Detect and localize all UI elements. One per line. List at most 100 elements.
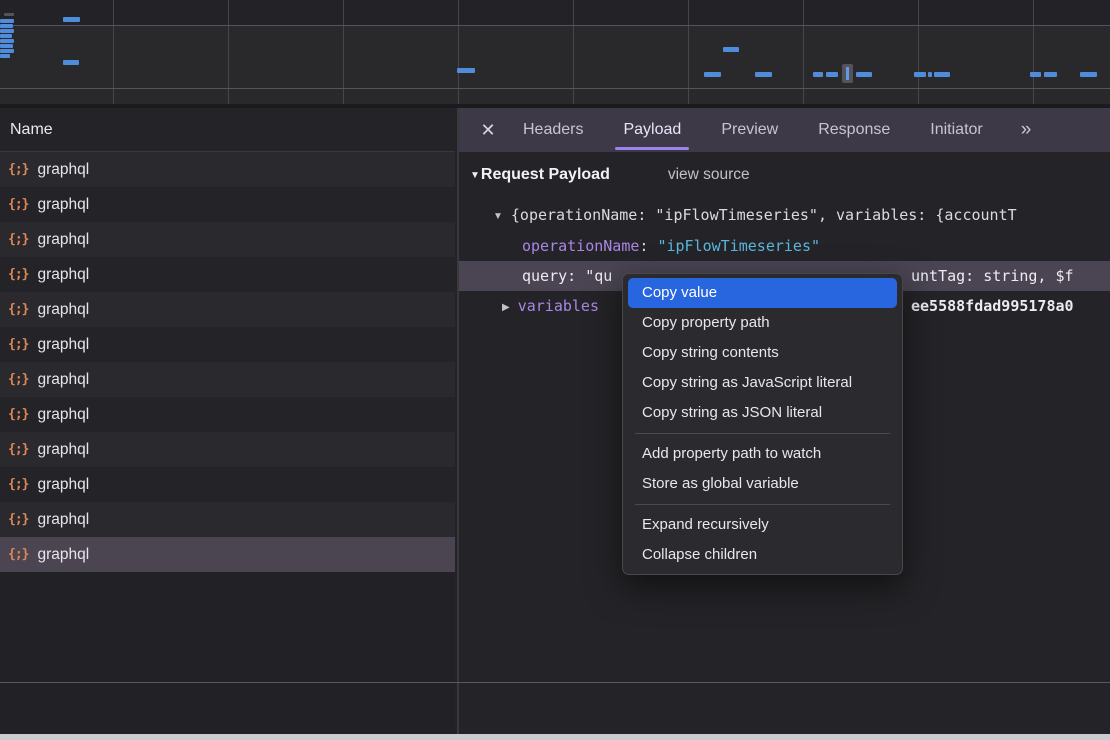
tab-payload[interactable]: Payload <box>623 108 681 152</box>
request-timing-bar <box>0 24 13 28</box>
footer-divider <box>0 682 1110 683</box>
request-timing-bar <box>704 72 721 77</box>
payload-root-row[interactable]: ▼ {operationName: "ipFlowTimeseries", var… <box>459 200 1110 230</box>
request-timing-bar <box>826 72 838 77</box>
timeline-hover-marker <box>842 64 853 83</box>
request-timing-bar <box>0 34 12 38</box>
request-timing-bar <box>755 72 772 77</box>
json-braces-icon: {;} <box>8 267 28 282</box>
json-braces-icon: {;} <box>8 372 28 387</box>
request-name-label: graphql <box>37 231 89 249</box>
json-braces-icon: {;} <box>8 232 28 247</box>
request-timing-bar <box>934 72 950 77</box>
request-timing-bar <box>0 39 14 43</box>
menu-item-collapse-children[interactable]: Collapse children <box>628 540 897 570</box>
network-request-row[interactable]: {;} graphql <box>0 537 455 572</box>
tab-headers[interactable]: Headers <box>523 108 583 152</box>
request-name-label: graphql <box>37 266 89 284</box>
menu-divider <box>635 433 890 434</box>
menu-item-copy-string-as-javascript-literal[interactable]: Copy string as JavaScript literal <box>628 368 897 398</box>
variables-value-overflow-text: ee5588fdad995178a0 <box>911 291 1074 321</box>
request-timing-bar <box>813 72 823 77</box>
menu-item-add-property-path-to-watch[interactable]: Add property path to watch <box>628 439 897 469</box>
property-key: variables <box>518 297 599 315</box>
request-timing-bar <box>63 17 80 22</box>
network-request-row[interactable]: {;}graphql <box>0 502 455 537</box>
payload-operationname-row[interactable]: operationName: "ipFlowTimeseries" <box>459 231 1110 261</box>
name-column-header[interactable]: Name <box>0 108 455 152</box>
view-source-link[interactable]: view source <box>668 166 750 184</box>
key-value-separator: : <box>639 237 657 255</box>
menu-item-copy-string-contents[interactable]: Copy string contents <box>628 338 897 368</box>
timeline-overview[interactable] <box>0 0 1110 104</box>
request-name-label: graphql <box>37 161 89 179</box>
query-property-text: query: "qu <box>522 267 612 285</box>
request-timing-bar <box>1030 72 1041 77</box>
request-name-label: graphql <box>37 336 89 354</box>
request-timing-bar <box>856 72 872 77</box>
timeline-ruler-band <box>0 0 1110 25</box>
json-braces-icon: {;} <box>8 337 28 352</box>
json-braces-icon: {;} <box>8 302 28 317</box>
menu-item-copy-property-path[interactable]: Copy property path <box>628 308 897 338</box>
json-braces-icon: {;} <box>8 442 28 457</box>
timeline-ruler-line <box>0 25 1110 26</box>
detail-tabs: Headers Payload Preview Response Initiator <box>523 108 983 152</box>
request-name-label: graphql <box>37 371 89 389</box>
json-braces-icon: {;} <box>8 407 28 422</box>
json-braces-icon: {;} <box>8 512 28 527</box>
json-braces-icon: {;} <box>8 547 28 562</box>
request-timing-bar <box>1044 72 1057 77</box>
network-request-row[interactable]: {;} graphql <box>0 257 455 292</box>
request-name-label: graphql <box>37 196 89 214</box>
request-name-label: graphql <box>37 441 89 459</box>
network-request-row[interactable]: {;} graphql <box>0 362 455 397</box>
network-request-row[interactable]: {;} graphql <box>0 432 455 467</box>
network-request-row[interactable]: {;} graphql <box>0 152 455 187</box>
request-name-label: graphql <box>37 546 89 564</box>
menu-item-store-as-global-variable[interactable]: Store as global variable <box>628 469 897 499</box>
network-request-row[interactable]: {;} graphql <box>0 292 455 327</box>
request-timing-bar <box>928 72 932 77</box>
request-timing-bar <box>63 60 79 65</box>
menu-item-copy-string-as-json-literal[interactable]: Copy string as JSON literal <box>628 398 897 428</box>
network-request-row[interactable]: {;} graphql <box>0 187 455 222</box>
query-value-overflow-text: untTag: string, $f <box>911 261 1074 291</box>
json-braces-icon: {;} <box>8 197 28 212</box>
expand-triangle-icon[interactable]: ▶ <box>502 302 510 313</box>
expand-triangle-icon[interactable]: ▼ <box>493 211 503 222</box>
request-name-label: graphql <box>37 406 89 424</box>
request-timing-bar <box>0 29 14 33</box>
close-icon[interactable]: ✕ <box>479 120 497 141</box>
request-timing-bar <box>0 19 14 23</box>
menu-item-copy-value[interactable]: Copy value <box>628 278 897 308</box>
timeline-ruler-line <box>0 88 1110 89</box>
name-column-label: Name <box>10 121 53 139</box>
property-key: operationName <box>522 237 639 255</box>
request-timing-bar <box>0 54 10 58</box>
payload-root-preview: {operationName: "ipFlowTimeseries", vari… <box>511 206 1017 224</box>
property-string-value: "ipFlowTimeseries" <box>657 237 820 255</box>
tab-response[interactable]: Response <box>818 108 890 152</box>
request-rows: {;} graphql {;} graphql {;} graphql {;} graphql… <box>0 152 455 572</box>
network-request-row[interactable]: {;} graphql <box>0 397 455 432</box>
request-timing-bar <box>1080 72 1097 77</box>
request-timing-bar <box>0 49 14 53</box>
request-timing-bar <box>723 47 739 52</box>
network-request-row[interactable]: {;} graphql <box>0 327 455 362</box>
request-name-label: graphql <box>37 301 89 319</box>
context-menu: Copy valueCopy property pathCopy string … <box>622 273 903 575</box>
section-collapse-triangle-icon[interactable]: ▼ <box>470 170 480 181</box>
request-list-panel: Name {;}graphql{;}graphql{;}graphql{;}gr… <box>0 108 455 734</box>
json-braces-icon: {;} <box>8 162 28 177</box>
json-braces-icon: {;} <box>8 477 28 492</box>
menu-divider <box>635 504 890 505</box>
request-timing-bar <box>457 68 475 73</box>
request-name-label: graphql <box>37 476 89 494</box>
network-request-row[interactable]: {;} graphql <box>0 222 455 257</box>
network-request-row[interactable]: {;} graphql <box>0 467 455 502</box>
menu-item-expand-recursively[interactable]: Expand recursively <box>628 510 897 540</box>
tab-initiator[interactable]: Initiator <box>930 108 982 152</box>
more-tabs-icon[interactable]: » <box>1021 119 1030 141</box>
tab-preview[interactable]: Preview <box>721 108 778 152</box>
